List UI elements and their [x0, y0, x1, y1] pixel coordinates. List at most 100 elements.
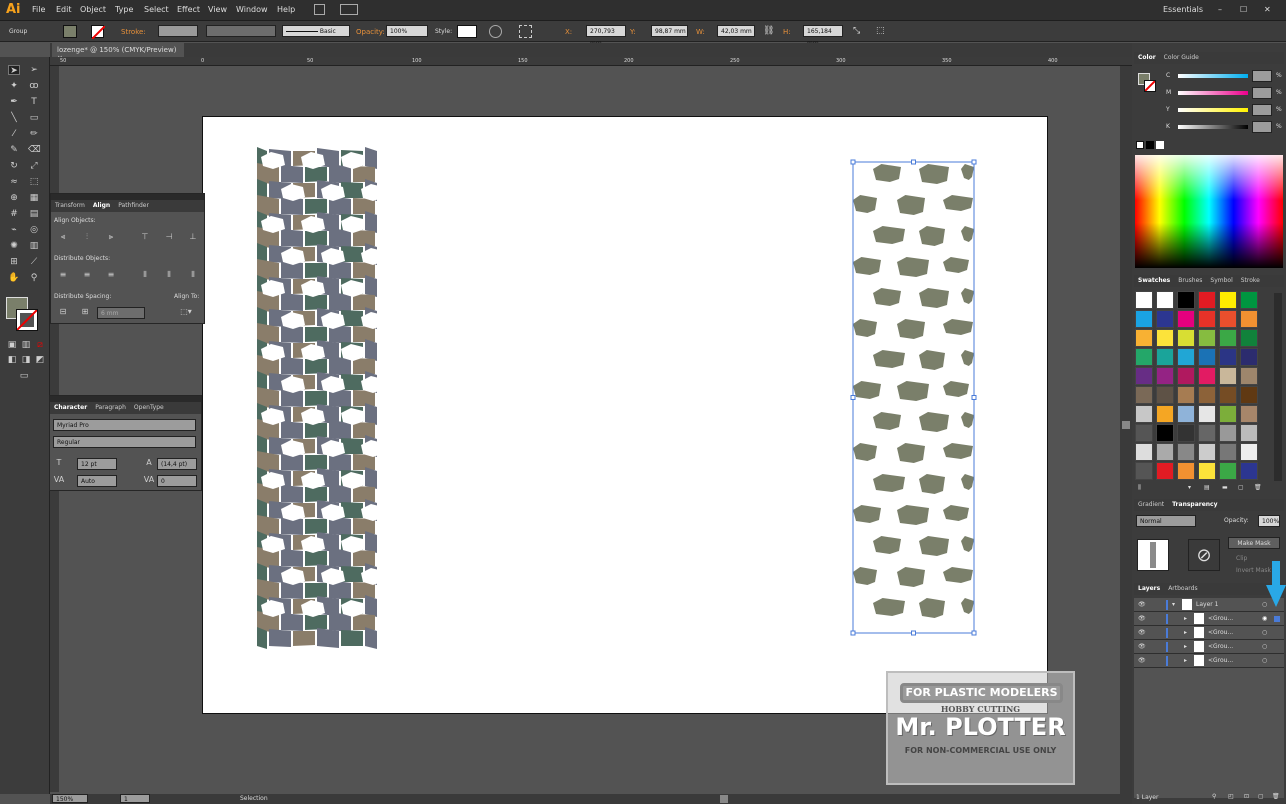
selected-shape[interactable] — [897, 443, 925, 463]
selected-shape[interactable] — [853, 319, 877, 337]
warp-tool-icon[interactable]: ≈ — [8, 177, 20, 187]
resize-handle[interactable] — [850, 630, 856, 636]
swatch[interactable] — [1177, 310, 1195, 328]
symbol-sprayer-tool-icon[interactable]: ✺ — [8, 241, 20, 251]
layer-name[interactable]: <Grou... — [1208, 629, 1233, 636]
resize-handle[interactable] — [911, 159, 916, 165]
distribute-top-icon[interactable]: ≡ — [57, 270, 69, 280]
vscroll-thumb[interactable] — [1122, 421, 1130, 429]
new-layer-icon[interactable]: ▢ — [1258, 793, 1264, 800]
maximize-icon[interactable]: ☐ — [1240, 5, 1247, 14]
swatch-library-icon[interactable]: ⫼ — [1138, 484, 1141, 492]
layer-row[interactable]: 👁 ▸ <Grou... ○ — [1134, 640, 1284, 654]
column-graph-tool-icon[interactable]: ▥ — [28, 241, 40, 251]
expand-arrow-icon[interactable]: ▸ — [1184, 629, 1187, 636]
align-middle-icon[interactable]: ⊣ — [163, 232, 175, 242]
pattern-tile[interactable] — [353, 486, 375, 502]
selected-shape[interactable] — [897, 195, 925, 215]
swatches-scrollbar[interactable] — [1274, 293, 1282, 481]
swatch[interactable] — [1219, 386, 1237, 404]
layer-name[interactable]: <Grou... — [1208, 615, 1233, 622]
target-icon[interactable]: ○ — [1262, 657, 1267, 664]
swatch[interactable] — [1156, 424, 1174, 442]
h-field[interactable]: 165,184 mm — [803, 25, 843, 47]
pattern-tile[interactable] — [305, 583, 327, 598]
selected-shape[interactable] — [897, 381, 929, 401]
swatch[interactable] — [1177, 443, 1195, 461]
layer-name[interactable]: <Grou... — [1208, 657, 1233, 664]
selected-shape[interactable] — [943, 567, 973, 583]
layer-row[interactable]: 👁 ▸ <Grou... ◉ — [1134, 612, 1284, 626]
tab-transparency[interactable]: Transparency — [1172, 501, 1217, 508]
pattern-tile[interactable] — [365, 275, 377, 297]
visibility-eye-icon[interactable]: 👁 — [1138, 643, 1146, 650]
tab-layers[interactable]: Layers — [1138, 585, 1160, 592]
black-swatch[interactable] — [1146, 141, 1154, 149]
menu-edit[interactable]: Edit — [56, 5, 72, 14]
swatch[interactable] — [1240, 386, 1258, 404]
tracking-field[interactable]: 0 — [157, 475, 197, 487]
screen-mode-icon[interactable]: ▭ — [18, 371, 30, 381]
make-mask-button[interactable]: Make Mask — [1228, 537, 1280, 549]
draw-behind-icon[interactable]: ◨ — [20, 355, 32, 365]
selected-shape[interactable] — [961, 350, 974, 366]
pattern-tile[interactable] — [365, 403, 377, 425]
color-spectrum[interactable] — [1135, 155, 1283, 268]
expand-arrow-icon[interactable]: ▾ — [1172, 601, 1175, 608]
tab-paragraph[interactable]: Paragraph — [95, 404, 126, 411]
pen-tool-icon[interactable]: ✒ — [8, 97, 20, 107]
swatch[interactable] — [1156, 367, 1174, 385]
selected-shape[interactable] — [873, 164, 901, 182]
pattern-tile[interactable] — [293, 631, 315, 646]
selection-tool-icon[interactable]: ➤ — [8, 65, 20, 76]
layer-row[interactable]: 👁 ▸ <Grou... ○ — [1134, 626, 1284, 640]
clip-checkbox[interactable]: Clip — [1236, 555, 1247, 562]
selected-shape[interactable] — [853, 195, 877, 213]
reference-point-icon[interactable] — [519, 25, 532, 38]
swatch[interactable] — [1198, 310, 1216, 328]
distribute-center-icon[interactable]: ≡ — [81, 270, 93, 280]
swatch[interactable] — [1198, 443, 1216, 461]
selected-shape[interactable] — [853, 443, 877, 461]
selected-shape[interactable] — [943, 319, 973, 335]
pattern-gap[interactable] — [361, 568, 385, 585]
swatch[interactable] — [1177, 367, 1195, 385]
selected-shape[interactable] — [919, 474, 945, 494]
swatch[interactable] — [1219, 329, 1237, 347]
type-tool-icon[interactable]: T — [28, 97, 40, 107]
pattern-tile[interactable] — [281, 485, 303, 503]
selected-shape[interactable] — [873, 598, 905, 616]
horizontal-scrollbar[interactable] — [330, 794, 1132, 804]
new-sublayer-icon[interactable]: ⊡ — [1244, 793, 1249, 800]
swatch[interactable] — [1240, 310, 1258, 328]
channel-y-slider[interactable] — [1178, 108, 1248, 112]
swatch[interactable] — [1219, 462, 1237, 480]
gradient-tool-icon[interactable]: ▤ — [28, 209, 40, 219]
visibility-eye-icon[interactable]: 👁 — [1138, 615, 1146, 622]
font-size-field[interactable]: 12 pt — [77, 458, 117, 470]
swatch[interactable] — [1240, 329, 1258, 347]
swatch[interactable] — [1219, 424, 1237, 442]
white-swatch[interactable] — [1156, 141, 1164, 149]
selected-shape[interactable] — [919, 536, 949, 556]
stroke-label[interactable]: Stroke: — [121, 28, 146, 36]
selected-shape[interactable] — [853, 567, 877, 585]
tab-color-guide[interactable]: Color Guide — [1164, 54, 1199, 61]
swatch[interactable] — [1177, 348, 1195, 366]
visibility-eye-icon[interactable]: 👁 — [1138, 629, 1146, 636]
zoom-field[interactable]: 150% — [52, 794, 88, 803]
pattern-tile[interactable] — [305, 615, 327, 630]
selected-shape[interactable] — [853, 505, 881, 523]
swatch[interactable] — [1219, 367, 1237, 385]
y-field[interactable]: 98,87 mm — [651, 25, 688, 37]
pattern-tile[interactable] — [305, 455, 327, 470]
distribute-hcenter-icon[interactable]: ⦀ — [163, 270, 175, 280]
pattern-tile[interactable] — [353, 550, 375, 566]
layer-row[interactable]: 👁 ▾ Layer 1 ○ — [1134, 598, 1284, 612]
distribute-right-icon[interactable]: ⦀ — [187, 270, 199, 280]
selected-shape[interactable] — [943, 257, 969, 273]
pattern-tile[interactable] — [365, 339, 377, 361]
selected-shape[interactable] — [919, 412, 949, 432]
magic-wand-tool-icon[interactable]: ✦ — [8, 81, 20, 91]
spacing-field[interactable]: 6 mm — [97, 307, 145, 319]
